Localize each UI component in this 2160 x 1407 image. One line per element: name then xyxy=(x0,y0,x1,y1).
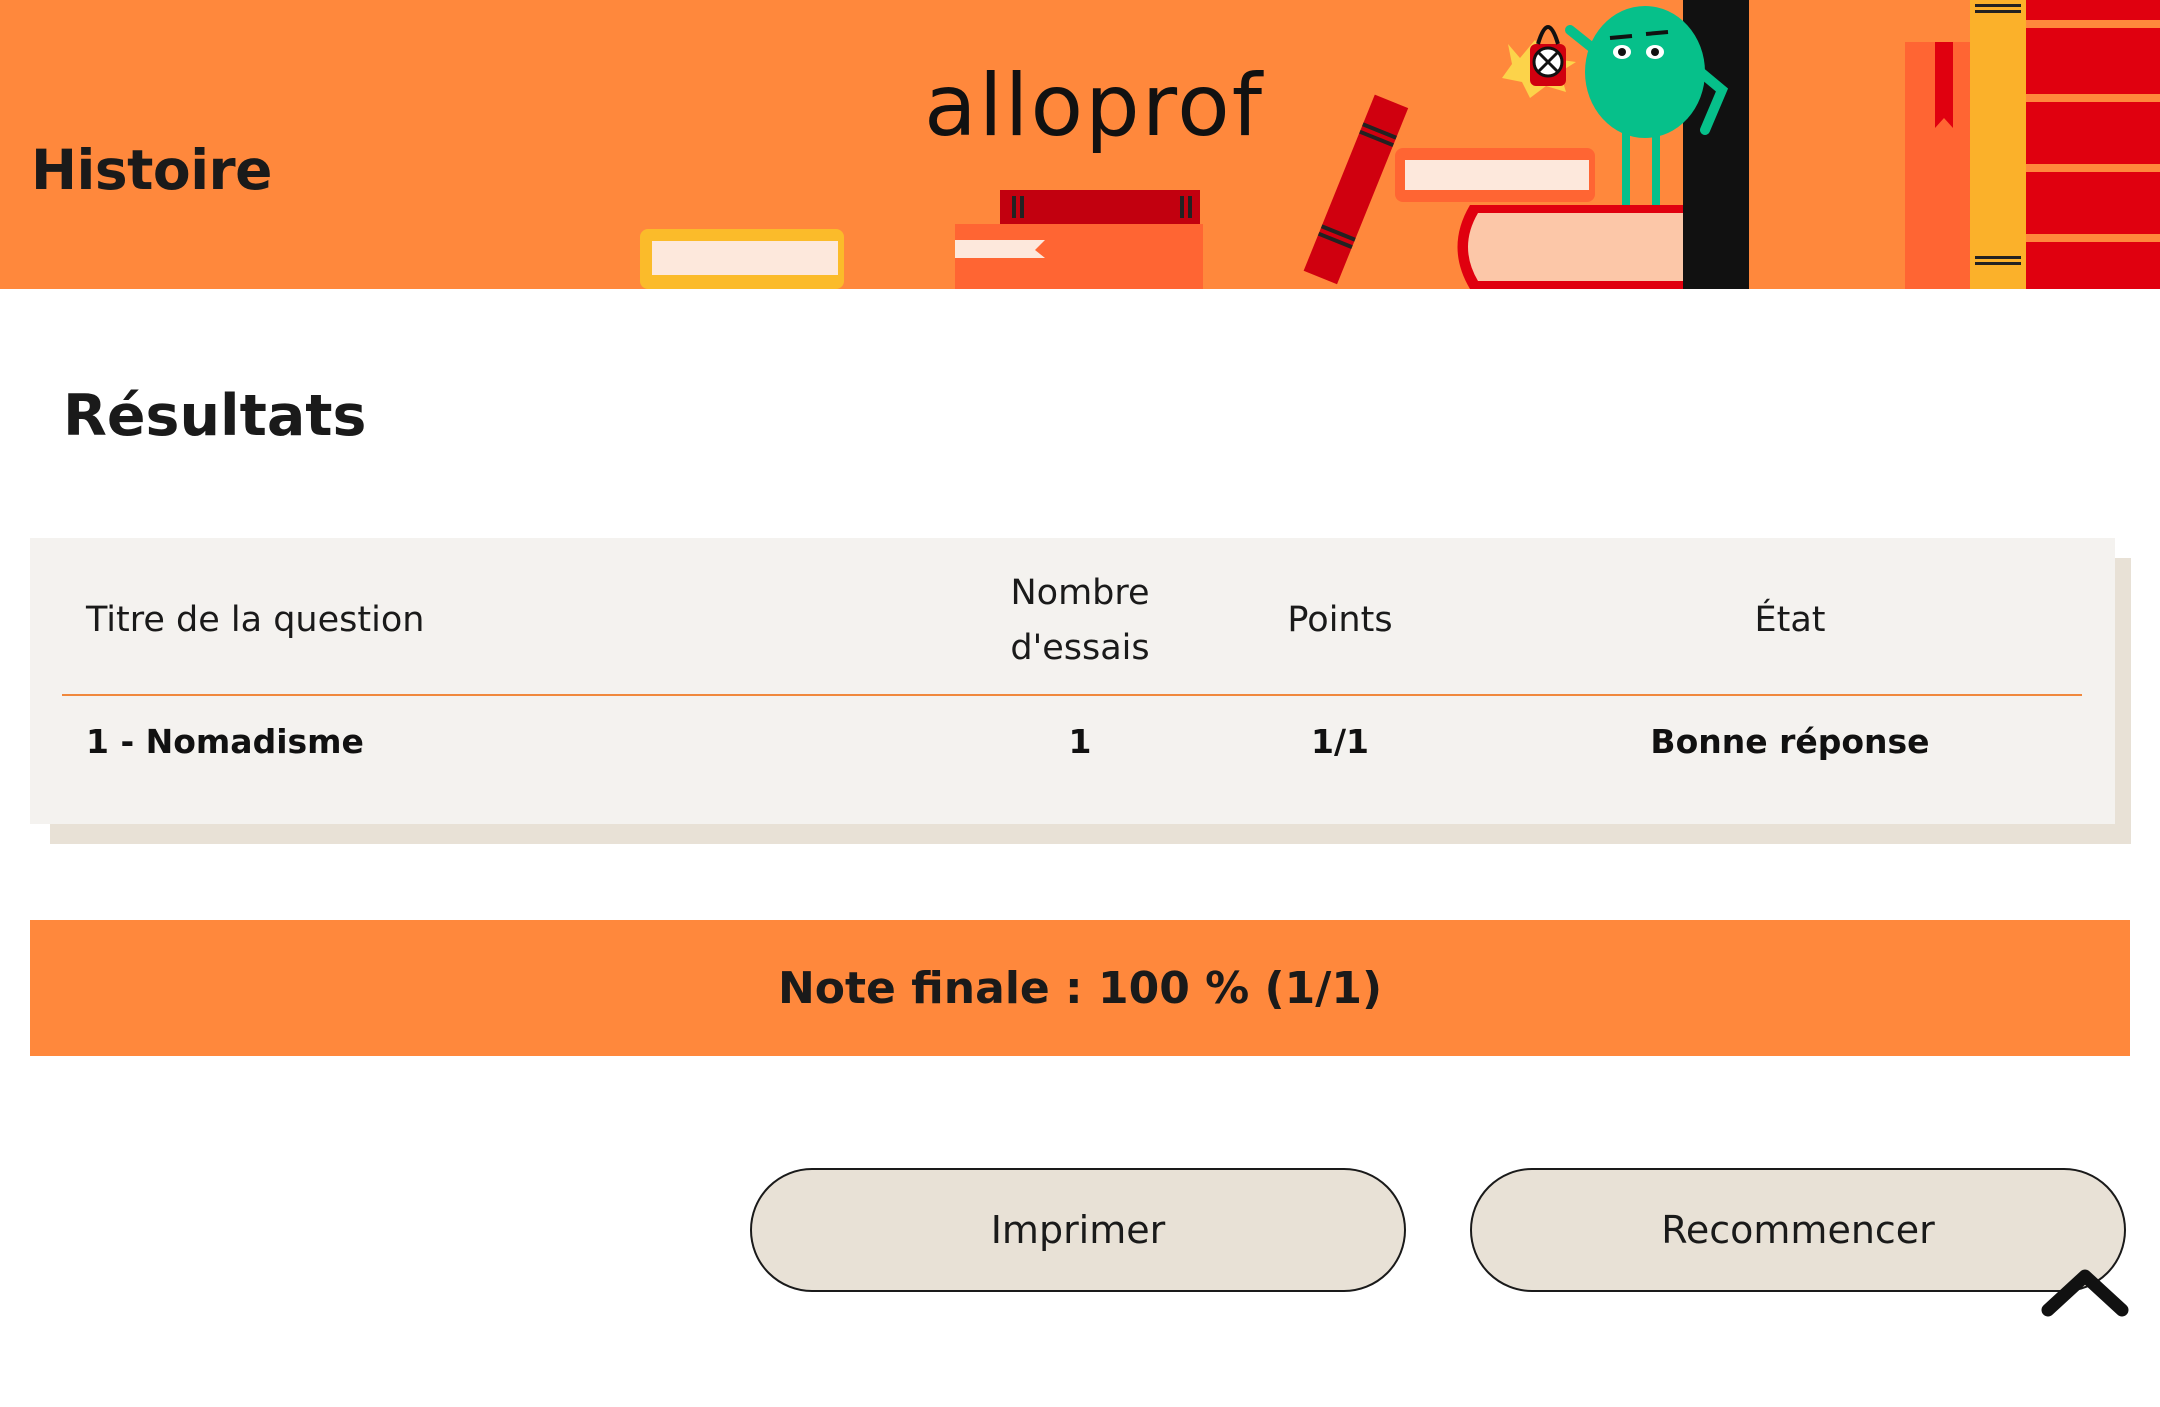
column-header-title: Titre de la question xyxy=(86,600,425,640)
column-header-points: Points xyxy=(1287,600,1393,640)
header-banner: Histoire alloprof xyxy=(0,0,2160,289)
scroll-to-top-button[interactable] xyxy=(2040,1262,2130,1322)
question-title-cell: 1 - Nomadisme xyxy=(86,722,364,761)
column-header-tries-line1: Nombre xyxy=(1010,573,1150,613)
state-cell: Bonne réponse xyxy=(1650,722,1930,761)
column-header-tries-line2: d'essais xyxy=(1010,628,1150,668)
column-header-tries: Nombre d'essais xyxy=(950,566,1210,676)
books-illustration xyxy=(640,0,2160,289)
book-stack-center xyxy=(955,190,1203,289)
chevron-up-icon xyxy=(2041,1269,2129,1317)
tries-cell: 1 xyxy=(1068,722,1092,761)
column-header-state: État xyxy=(1754,600,1826,640)
points-cell: 1/1 xyxy=(1311,722,1369,761)
header-divider xyxy=(62,694,2082,696)
book-leaning xyxy=(1303,94,1409,285)
lantern-icon xyxy=(1502,25,1576,98)
final-score-bar: Note finale : 100 % (1/1) xyxy=(30,920,2130,1056)
results-heading: Résultats xyxy=(63,383,367,449)
bookshelf-right xyxy=(1905,0,2160,289)
final-score-text: Note finale : 100 % (1/1) xyxy=(777,962,1383,1014)
restart-button[interactable]: Recommencer xyxy=(1470,1168,2126,1292)
results-table: Titre de la question Nombre d'essais Poi… xyxy=(30,538,2115,824)
print-button[interactable]: Imprimer xyxy=(750,1168,1406,1292)
book-left xyxy=(640,229,844,289)
